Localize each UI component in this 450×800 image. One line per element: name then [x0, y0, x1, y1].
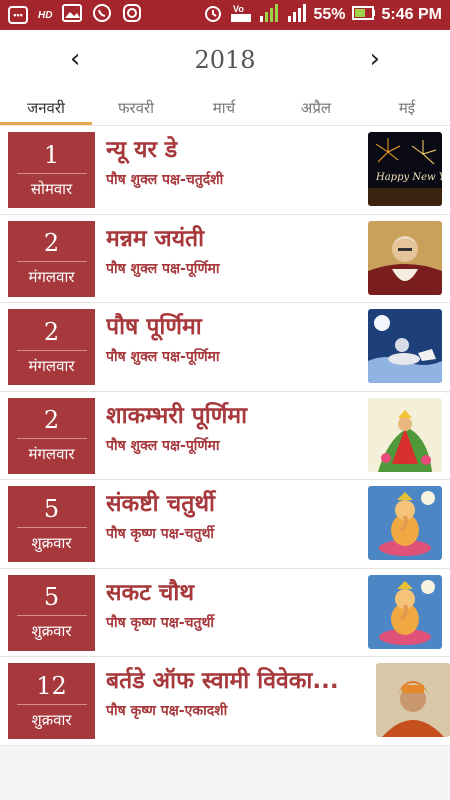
- date-box: 12 शुक्रवार: [8, 663, 95, 739]
- battery-percent: 55%: [313, 6, 346, 23]
- message-icon: •••: [8, 6, 28, 24]
- event-title: सकट चौथ: [106, 579, 195, 606]
- prev-year-button[interactable]: ‹: [70, 46, 80, 72]
- date-divider: [16, 703, 87, 705]
- instagram-icon: [122, 3, 142, 28]
- date-box: 5 शुक्रवार: [8, 574, 95, 651]
- goddess-thumbnail: [368, 397, 442, 472]
- alarm-icon: [202, 2, 224, 29]
- event-info: सकट चौथ पौष कृष्ण पक्ष-चतुर्थी: [106, 577, 364, 632]
- event-info: मन्नम जयंती पौष शुक्ल पक्ष-पूर्णिमा: [106, 223, 364, 278]
- event-info: पौष पूर्णिमा पौष शुक्ल पक्ष-पूर्णिमा: [106, 311, 364, 366]
- svg-text:Happy New Year!: Happy New Year!: [375, 172, 442, 183]
- event-date: 1: [43, 140, 60, 169]
- date-box: 2 मंगलवार: [8, 220, 95, 297]
- next-year-button[interactable]: ›: [370, 46, 380, 72]
- date-divider: [16, 526, 87, 528]
- event-tithi: पौष कृष्ण पक्ष-चतुर्थी: [106, 526, 215, 542]
- event-title: न्यू यर डे: [106, 137, 178, 163]
- event-title: शाकम्भरी पूर्णिमा: [106, 402, 248, 429]
- event-info: बर्तडे ऑफ स्वामी विवेका... पौष कृष्ण पक्…: [106, 665, 370, 720]
- event-row[interactable]: 5 शुक्रवार सकट चौथ पौष कृष्ण पक्ष-चतुर्थ…: [0, 569, 450, 657]
- event-title: बर्तडे ऑफ स्वामी विवेका...: [106, 668, 339, 694]
- event-title: पौष पूर्णिमा: [106, 314, 202, 340]
- gallery-icon: [62, 3, 83, 27]
- active-tab-indicator: [0, 122, 92, 125]
- event-tithi: पौष कृष्ण पक्ष-एकादशी: [106, 703, 228, 719]
- event-weekday: शुक्रवार: [31, 622, 72, 640]
- date-divider: [16, 615, 87, 616]
- tab-february[interactable]: फरवरी: [92, 98, 180, 118]
- clock: 5:46 PM: [381, 6, 442, 23]
- event-date: 5: [43, 494, 60, 523]
- event-title: मन्नम जयंती: [106, 225, 205, 252]
- signal-2-icon: [286, 2, 308, 29]
- event-date: 2: [43, 406, 60, 434]
- event-weekday: शुक्रवार: [31, 533, 72, 552]
- year-navigation: ‹ 2018 ›: [0, 30, 450, 90]
- tab-may[interactable]: मई: [364, 98, 450, 118]
- tab-april[interactable]: अप्रैल: [268, 98, 364, 118]
- event-row[interactable]: 2 मंगलवार मन्नम जयंती पौष शुक्ल पक्ष-पूर…: [0, 215, 450, 303]
- event-tithi: पौष कृष्ण पक्ष-चतुर्थी: [106, 614, 215, 631]
- event-date: 2: [43, 317, 60, 346]
- event-info: संकष्टी चतुर्थी पौष कृष्ण पक्ष-चतुर्थी: [106, 488, 364, 543]
- date-divider: [16, 172, 87, 174]
- event-weekday: मंगलवार: [28, 356, 75, 375]
- status-bar: ••• HD Vo 55% 5:46 PM: [0, 0, 450, 30]
- date-box: 1 सोमवार: [8, 132, 95, 208]
- date-divider: [16, 261, 87, 262]
- event-weekday: शुक्रवार: [31, 710, 72, 729]
- event-date: 5: [43, 583, 60, 611]
- event-tithi: पौष शुक्ल पक्ष-पूर्णिमा: [106, 349, 220, 365]
- event-info: शाकम्भरी पूर्णिमा पौष शुक्ल पक्ष-पूर्णिम…: [106, 400, 364, 455]
- battery-icon: [351, 5, 376, 26]
- event-tithi: पौष शुक्ल पक्ष-पूर्णिमा: [106, 260, 220, 277]
- svg-text:Vo: Vo: [233, 4, 244, 14]
- portrait-thumbnail: [368, 220, 442, 295]
- whatsapp-icon: [92, 3, 112, 28]
- event-tithi: पौष शुक्ल पक्ष-पूर्णिमा: [106, 437, 220, 454]
- event-weekday: मंगलवार: [28, 445, 75, 463]
- date-box: 2 मंगलवार: [8, 309, 95, 385]
- event-row[interactable]: 2 मंगलवार पौष पूर्णिमा पौष शुक्ल पक्ष-पू…: [0, 303, 450, 392]
- vivekananda-thumbnail: [376, 663, 450, 737]
- event-date: 2: [43, 229, 60, 257]
- hd-icon: HD: [38, 9, 53, 21]
- tab-march[interactable]: मार्च: [180, 98, 268, 118]
- month-tabs: जनवरी फरवरी मार्च अप्रैल मई: [0, 90, 450, 126]
- event-title: संकष्टी चतुर्थी: [106, 491, 215, 517]
- signal-icon: [258, 2, 280, 29]
- ganesha-thumbnail: [368, 486, 442, 560]
- volte-icon: Vo: [230, 2, 252, 29]
- status-left: ••• HD: [8, 3, 202, 28]
- status-right: Vo 55% 5:46 PM: [202, 2, 442, 29]
- ganesha-thumbnail: [368, 574, 442, 649]
- date-divider: [16, 438, 87, 439]
- date-divider: [16, 349, 87, 351]
- event-list: 1 सोमवार न्यू यर डे पौष शुक्ल पक्ष-चतुर्…: [0, 126, 450, 746]
- event-tithi: पौष शुक्ल पक्ष-चतुर्दशी: [106, 172, 224, 188]
- date-box: 5 शुक्रवार: [8, 486, 95, 562]
- event-row[interactable]: 12 शुक्रवार बर्तडे ऑफ स्वामी विवेका... प…: [0, 657, 450, 746]
- year-label: 2018: [194, 46, 256, 74]
- moon-chariot-thumbnail: [368, 309, 442, 383]
- event-row[interactable]: 1 सोमवार न्यू यर डे पौष शुक्ल पक्ष-चतुर्…: [0, 126, 450, 215]
- event-date: 12: [36, 671, 67, 700]
- event-weekday: सोमवार: [30, 179, 73, 198]
- event-row[interactable]: 2 मंगलवार शाकम्भरी पूर्णिमा पौष शुक्ल पक…: [0, 392, 450, 480]
- fireworks-thumbnail: Happy New Year!: [368, 132, 442, 206]
- event-row[interactable]: 5 शुक्रवार संकष्टी चतुर्थी पौष कृष्ण पक्…: [0, 480, 450, 569]
- date-box: 2 मंगलवार: [8, 397, 95, 474]
- event-weekday: मंगलवार: [28, 268, 75, 286]
- tab-january[interactable]: जनवरी: [0, 98, 92, 118]
- event-info: न्यू यर डे पौष शुक्ल पक्ष-चतुर्दशी: [106, 134, 364, 189]
